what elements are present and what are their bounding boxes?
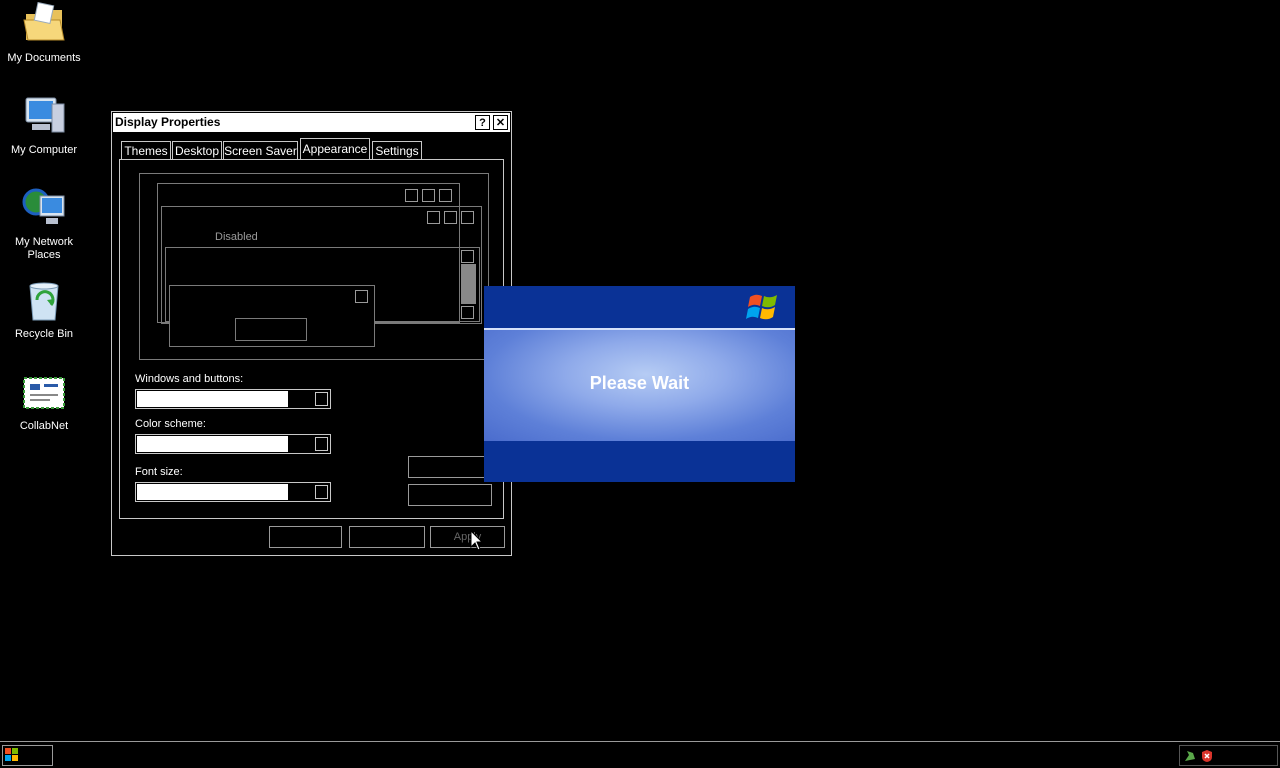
preview-close-icon [461,211,474,224]
color-scheme-label: Color scheme: [135,418,206,430]
security-shield-icon[interactable] [1200,749,1214,763]
please-wait-splash: Please Wait [484,286,795,482]
preview-close-icon [355,290,368,303]
start-button[interactable] [2,745,53,766]
preview-message-box [169,285,375,347]
preview-scroll-down-icon [461,306,474,319]
preview-maximize-icon [444,211,457,224]
desktop-icon-label: My Documents [7,52,81,64]
mouse-cursor-icon [470,530,484,551]
computer-icon [25,97,65,133]
preview-close-icon [439,189,452,202]
windows-buttons-select[interactable] [135,389,331,409]
system-tray [1179,745,1278,766]
appearance-preview: Disabled [139,173,489,360]
collabnet-icon [23,377,65,409]
tab-appearance[interactable]: Appearance [300,138,370,160]
desktop-icon-recycle-bin[interactable]: Recycle Bin [4,278,84,341]
desktop-icon-label: CollabNet [19,420,69,432]
desktop-icon-my-network-places[interactable]: My Network Places [4,186,84,262]
tab-settings[interactable]: Settings [372,141,422,159]
tab-desktop[interactable]: Desktop [172,141,222,159]
network-icon [22,188,65,224]
advanced-button[interactable] [408,484,492,506]
preview-ok-button [235,318,307,341]
appearance-panel: Disabled Windows and buttons: Color sche… [119,159,504,519]
desktop-icon-my-computer[interactable]: My Computer [4,94,84,157]
network-tray-icon[interactable] [1183,749,1197,763]
desktop-icon-label: My Network Places [14,236,74,261]
cancel-button[interactable] [349,526,425,548]
desktop-icon-label: Recycle Bin [14,328,74,340]
ok-button[interactable] [269,526,342,548]
help-button[interactable]: ? [475,115,490,130]
apply-button[interactable]: Apply [430,526,505,548]
preview-minimize-icon [427,211,440,224]
font-size-label: Font size: [135,466,183,478]
preview-disabled-label: Disabled [215,231,258,243]
color-scheme-select[interactable] [135,434,331,454]
dialog-titlebar[interactable]: Display Properties ? ✕ [113,113,510,132]
display-properties-dialog: Display Properties ? ✕ Themes Desktop Sc… [111,111,512,556]
chevron-down-icon [315,485,328,499]
folder-icon [23,2,65,41]
desktop-icon-collabnet[interactable]: CollabNet [4,370,84,433]
taskbar [0,741,1280,768]
close-button[interactable]: ✕ [493,115,508,130]
font-size-select[interactable] [135,482,331,502]
desktop-icon-my-documents[interactable]: My Documents [4,2,84,65]
desktop-icon-label: My Computer [10,144,78,156]
chevron-down-icon [315,392,328,406]
windows-logo-icon [746,294,777,320]
preview-minimize-icon [405,189,418,202]
preview-maximize-icon [422,189,435,202]
windows-logo-icon [5,748,18,761]
effects-button[interactable] [408,456,492,478]
dialog-title: Display Properties [115,115,221,129]
windows-buttons-label: Windows and buttons: [135,373,244,385]
please-wait-message: Please Wait [589,373,690,393]
splash-bottom-band [484,441,795,482]
splash-top-band [484,286,795,328]
chevron-down-icon [315,437,328,451]
tab-screen-saver[interactable]: Screen Saver [223,141,298,159]
preview-scroll-up-icon [461,250,474,263]
tab-themes[interactable]: Themes [121,141,171,159]
recycle-bin-icon [29,282,59,321]
preview-scroll-thumb [461,264,476,304]
